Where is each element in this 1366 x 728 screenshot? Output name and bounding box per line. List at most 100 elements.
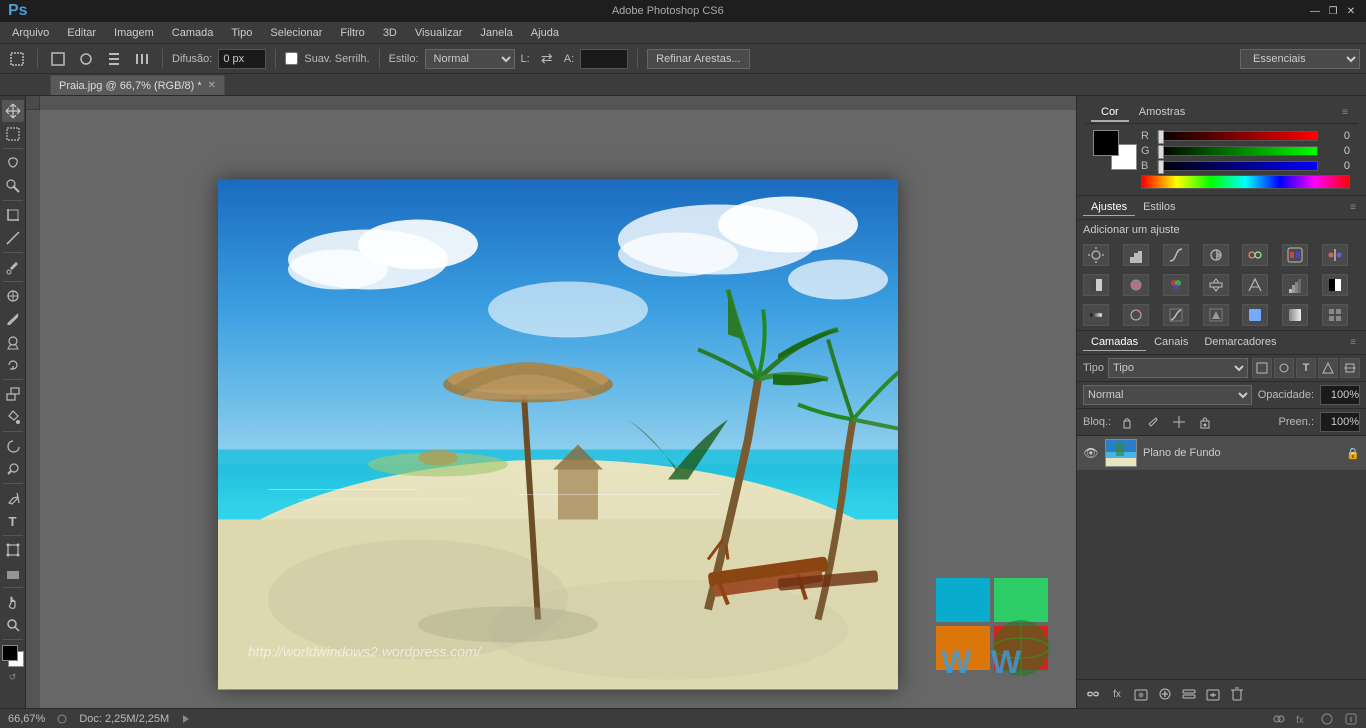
adj-gradient-map[interactable] <box>1083 304 1109 326</box>
adj-invert[interactable] <box>1242 274 1268 296</box>
tool-lasso[interactable] <box>2 152 24 174</box>
document-tab[interactable]: Praia.jpg @ 66,7% (RGB/8) * ✕ <box>50 75 225 95</box>
swap-btn[interactable]: ⇄ <box>536 48 558 70</box>
layer-fx-btn[interactable]: fx <box>1107 684 1127 704</box>
status-info-icon[interactable] <box>1344 712 1358 726</box>
layer-type-select[interactable]: Tipo <box>1108 358 1248 378</box>
toolbar-col-btn[interactable] <box>103 48 125 70</box>
adj-color-lookup[interactable] <box>1203 274 1229 296</box>
tool-eraser[interactable] <box>2 383 24 405</box>
diffusion-input[interactable] <box>218 49 266 69</box>
tool-selection[interactable] <box>2 123 24 145</box>
layer-filter-shape[interactable] <box>1318 358 1338 378</box>
green-slider[interactable] <box>1157 146 1318 156</box>
layer-filter-pixel[interactable] <box>1252 358 1272 378</box>
adj-levels[interactable] <box>1123 244 1149 266</box>
tab-ajustes[interactable]: Ajustes <box>1083 199 1135 216</box>
tab-canais[interactable]: Canais <box>1146 334 1196 351</box>
tool-measure[interactable] <box>2 227 24 249</box>
fg-color-swatch[interactable] <box>1093 130 1119 156</box>
red-slider[interactable] <box>1157 131 1318 141</box>
menu-selecionar[interactable]: Selecionar <box>262 25 330 41</box>
adj-solid-color[interactable] <box>1242 304 1268 326</box>
menu-tipo[interactable]: Tipo <box>223 25 260 41</box>
fg-bg-swatches[interactable] <box>1093 130 1137 170</box>
menu-filtro[interactable]: Filtro <box>332 25 372 41</box>
foreground-color-swatch[interactable] <box>2 645 24 667</box>
lock-move-btn[interactable] <box>1169 412 1189 432</box>
opacity-input[interactable] <box>1320 385 1360 405</box>
tool-eyedropper[interactable] <box>2 256 24 278</box>
lock-brush-btn[interactable] <box>1143 412 1163 432</box>
color-spectrum[interactable] <box>1141 175 1350 189</box>
adj-levels2[interactable] <box>1203 304 1229 326</box>
layer-visibility-toggle[interactable]: 👁 <box>1083 445 1099 461</box>
tool-healingbrush[interactable] <box>2 285 24 307</box>
tool-paint-bucket[interactable] <box>2 406 24 428</box>
adj-exposure[interactable] <box>1203 244 1229 266</box>
layer-link-btn[interactable] <box>1083 684 1103 704</box>
adj-color-balance[interactable] <box>1322 244 1348 266</box>
layer-mask-btn[interactable] <box>1131 684 1151 704</box>
tool-move[interactable] <box>2 100 24 122</box>
adj-channel-mix[interactable] <box>1163 274 1189 296</box>
workspace-select[interactable]: Essenciais Design Movimento <box>1240 49 1360 69</box>
layer-adj-btn[interactable] <box>1155 684 1175 704</box>
layer-filter-text[interactable]: T <box>1296 358 1316 378</box>
toolbar-circle-btn[interactable] <box>75 48 97 70</box>
tool-brush[interactable] <box>2 308 24 330</box>
adj-threshold[interactable] <box>1322 274 1348 296</box>
refine-edges-button[interactable]: Refinar Arestas... <box>647 49 749 69</box>
close-button[interactable]: ✕ <box>1344 4 1358 18</box>
tool-blur[interactable] <box>2 435 24 457</box>
tool-zoom[interactable] <box>2 614 24 636</box>
layers-panel-collapse[interactable]: ≡ <box>1346 337 1360 348</box>
maximize-button[interactable]: ❐ <box>1326 4 1340 18</box>
adj-gradient-fill[interactable] <box>1282 304 1308 326</box>
status-link-icon[interactable] <box>1272 712 1286 726</box>
marquee-rect-btn[interactable] <box>6 48 28 70</box>
blue-slider[interactable] <box>1157 161 1318 171</box>
tool-history-brush[interactable] <box>2 354 24 376</box>
canvas-area[interactable]: http://worldwindows2.wordpress.com/ <box>40 110 1076 708</box>
document-tab-close[interactable]: ✕ <box>208 80 216 91</box>
tool-path-select[interactable] <box>2 539 24 561</box>
adj-panel-collapse[interactable]: ≡ <box>1346 202 1360 213</box>
adj-curves[interactable] <box>1163 244 1189 266</box>
layer-add-btn[interactable] <box>1203 684 1223 704</box>
adj-selective-color[interactable] <box>1123 304 1149 326</box>
layer-group-btn[interactable] <box>1179 684 1199 704</box>
adj-photo-filter[interactable] <box>1123 274 1149 296</box>
tool-hand[interactable] <box>2 591 24 613</box>
tab-estilos[interactable]: Estilos <box>1135 199 1183 216</box>
layer-delete-btn[interactable] <box>1227 684 1247 704</box>
menu-visualizar[interactable]: Visualizar <box>407 25 471 41</box>
antialiasing-checkbox[interactable] <box>285 52 298 65</box>
tool-crop[interactable] <box>2 204 24 226</box>
prev-btn[interactable] <box>179 713 191 725</box>
tool-shape[interactable] <box>2 562 24 584</box>
adj-bw[interactable] <box>1083 274 1109 296</box>
toolbar-square-btn[interactable] <box>47 48 69 70</box>
style-select[interactable]: Normal Proporção fixa Tamanho fixo <box>425 49 515 69</box>
tool-magic-wand[interactable] <box>2 175 24 197</box>
adj-posterize[interactable] <box>1282 274 1308 296</box>
status-fx-icon[interactable]: fx <box>1296 712 1310 726</box>
a-input[interactable] <box>580 49 628 69</box>
tool-dodge[interactable] <box>2 458 24 480</box>
tab-camadas[interactable]: Camadas <box>1083 334 1146 351</box>
tab-amostras[interactable]: Amostras <box>1129 104 1195 122</box>
status-mask-icon[interactable] <box>1320 712 1334 726</box>
menu-imagem[interactable]: Imagem <box>106 25 162 41</box>
color-panel-collapse[interactable]: ≡ <box>1338 107 1352 118</box>
tab-demarcadores[interactable]: Demarcadores <box>1196 334 1284 351</box>
tool-stamp[interactable] <box>2 331 24 353</box>
layer-filter-adj[interactable] <box>1274 358 1294 378</box>
lock-all-btn[interactable] <box>1195 412 1215 432</box>
toolbar-row-btn[interactable] <box>131 48 153 70</box>
window-controls[interactable]: — ❐ ✕ <box>1308 4 1358 18</box>
menu-3d[interactable]: 3D <box>375 25 405 41</box>
minimize-button[interactable]: — <box>1308 4 1322 18</box>
menu-janela[interactable]: Janela <box>472 25 520 41</box>
tool-text[interactable]: T <box>2 510 24 532</box>
